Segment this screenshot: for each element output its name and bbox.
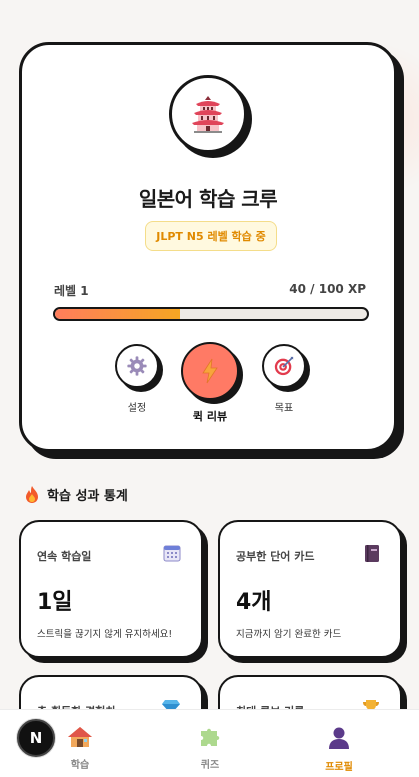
nav-item-quiz[interactable]: 퀴즈	[180, 726, 240, 771]
nav-label: 학습	[70, 760, 90, 771]
stat-desc: 스트릭을 끊기지 않게 유지하세요!	[37, 629, 173, 640]
stat-title: 공부한 단어 카드	[236, 550, 315, 563]
floating-badge[interactable]: N	[17, 719, 55, 757]
pagoda-icon	[192, 96, 224, 133]
profile-card: 일본어 학습 크루 JLPT N5 레벨 학습 중 레벨 1 40 / 100 …	[19, 42, 397, 452]
nav-label: 프로필	[325, 762, 353, 773]
stats-section-label: 학습 성과 통계	[47, 489, 128, 504]
xp-label: 40 / 100 XP	[289, 282, 366, 296]
house-icon	[68, 727, 92, 747]
settings-label: 설정	[127, 403, 147, 414]
gear-icon	[127, 356, 147, 376]
stat-value: 1일	[37, 590, 73, 615]
fire-icon	[26, 486, 38, 503]
quick-review-button[interactable]	[181, 342, 239, 400]
lightning-icon	[202, 358, 218, 384]
level-badge: JLPT N5 레벨 학습 중	[145, 221, 277, 251]
stat-value: 4개	[236, 590, 272, 615]
stat-title: 연속 학습일	[37, 550, 92, 563]
stat-card-cards[interactable]: 공부한 단어 카드 4개 지금까지 암기 완료한 카드	[218, 520, 402, 658]
target-icon	[274, 356, 294, 376]
nav-label: 퀴즈	[200, 760, 220, 771]
profile-page: 일본어 학습 크루 JLPT N5 레벨 학습 중 레벨 1 40 / 100 …	[0, 0, 419, 777]
xp-progress-bar	[53, 307, 369, 321]
crew-name: 일본어 학습 크루	[138, 187, 278, 211]
avatar[interactable]	[169, 75, 247, 153]
nav-item-profile[interactable]: 프로필	[309, 726, 369, 773]
nav-item-study[interactable]: 학습	[50, 726, 110, 771]
level-label: 레벨 1	[54, 284, 89, 298]
goal-button[interactable]	[262, 344, 306, 388]
xp-progress-fill	[55, 309, 180, 319]
bottom-nav: 학습 퀴즈 프로필	[0, 709, 419, 777]
quick-review-label: 퀵 리뷰	[192, 410, 228, 423]
goal-label: 목표	[274, 403, 294, 414]
puzzle-icon	[201, 728, 220, 746]
calendar-icon	[163, 544, 181, 566]
person-icon	[329, 727, 349, 749]
book-icon	[364, 544, 380, 567]
stat-card-streak[interactable]: 연속 학습일 1일 스트릭을 끊기지 않게 유지하세요!	[19, 520, 203, 658]
stats-section-title: 학습 성과 통계	[25, 485, 128, 504]
stat-desc: 지금까지 암기 완료한 카드	[236, 629, 342, 640]
settings-button[interactable]	[115, 344, 159, 388]
